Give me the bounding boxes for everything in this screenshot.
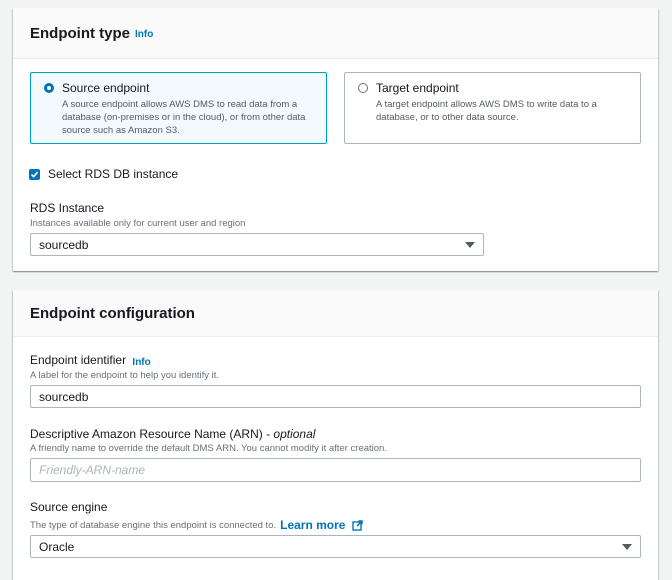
- target-endpoint-label: Target endpoint: [376, 81, 459, 95]
- endpoint-type-panel: Endpoint type Info Source endpoint A sou…: [13, 8, 658, 271]
- endpoint-identifier-label-text: Endpoint identifier: [30, 353, 127, 367]
- rds-db-instance-checkbox[interactable]: [29, 169, 40, 180]
- source-endpoint-label: Source endpoint: [62, 81, 150, 95]
- source-engine-label: Source engine: [30, 500, 108, 514]
- rds-instance-select[interactable]: sourcedb: [30, 233, 484, 256]
- rds-instance-label: RDS Instance: [30, 201, 105, 215]
- rds-instance-value: sourcedb: [39, 237, 89, 252]
- arn-input[interactable]: Friendly-ARN-name: [30, 458, 641, 482]
- caret-down-icon: [622, 544, 632, 550]
- learn-more-link[interactable]: Learn more: [280, 518, 363, 532]
- endpoint-identifier-description: A label for the endpoint to help you ide…: [30, 370, 220, 381]
- source-engine-value: Oracle: [39, 539, 75, 554]
- arn-description: A friendly name to override the default …: [30, 443, 387, 454]
- endpoint-identifier-input[interactable]: sourcedb: [30, 385, 641, 408]
- target-endpoint-description: A target endpoint allows AWS DMS to writ…: [376, 99, 597, 123]
- checkmark-icon: [30, 171, 39, 178]
- target-endpoint-tile[interactable]: Target endpoint A target endpoint allows…: [344, 72, 641, 144]
- source-endpoint-description: A source endpoint allows AWS DMS to read…: [62, 99, 306, 136]
- arn-placeholder: Friendly-ARN-name: [39, 463, 146, 477]
- learn-more-text: Learn more: [280, 518, 346, 532]
- arn-optional-label: optional: [273, 427, 316, 441]
- arn-label-text: Descriptive Amazon Resource Name (ARN) -: [30, 427, 274, 441]
- endpoint-identifier-value: sourcedb: [39, 389, 89, 404]
- endpoint-configuration-panel: Endpoint configuration Endpoint identifi…: [13, 290, 658, 580]
- source-engine-description: The type of database engine this endpoin…: [30, 518, 363, 532]
- source-engine-select[interactable]: Oracle: [30, 535, 641, 558]
- endpoint-type-info-link[interactable]: Info: [135, 29, 153, 40]
- source-engine-description-text: The type of database engine this endpoin…: [30, 519, 277, 531]
- source-endpoint-tile[interactable]: Source endpoint A source endpoint allows…: [30, 72, 327, 144]
- endpoint-identifier-info-link[interactable]: Info: [132, 357, 150, 368]
- source-endpoint-radio[interactable]: [44, 83, 54, 93]
- external-link-icon: [352, 520, 363, 531]
- arn-label: Descriptive Amazon Resource Name (ARN) -…: [30, 427, 315, 441]
- caret-down-icon: [465, 242, 475, 248]
- rds-db-instance-label: Select RDS DB instance: [48, 167, 179, 181]
- endpoint-configuration-header: Endpoint configuration: [13, 290, 658, 337]
- endpoint-configuration-title: Endpoint configuration: [30, 304, 195, 322]
- target-endpoint-radio[interactable]: [358, 83, 368, 93]
- endpoint-type-header: Endpoint type Info: [13, 8, 658, 59]
- endpoint-type-title: Endpoint type: [30, 24, 130, 42]
- rds-instance-description: Instances available only for current use…: [30, 218, 246, 229]
- endpoint-identifier-label: Endpoint identifier Info: [30, 353, 151, 368]
